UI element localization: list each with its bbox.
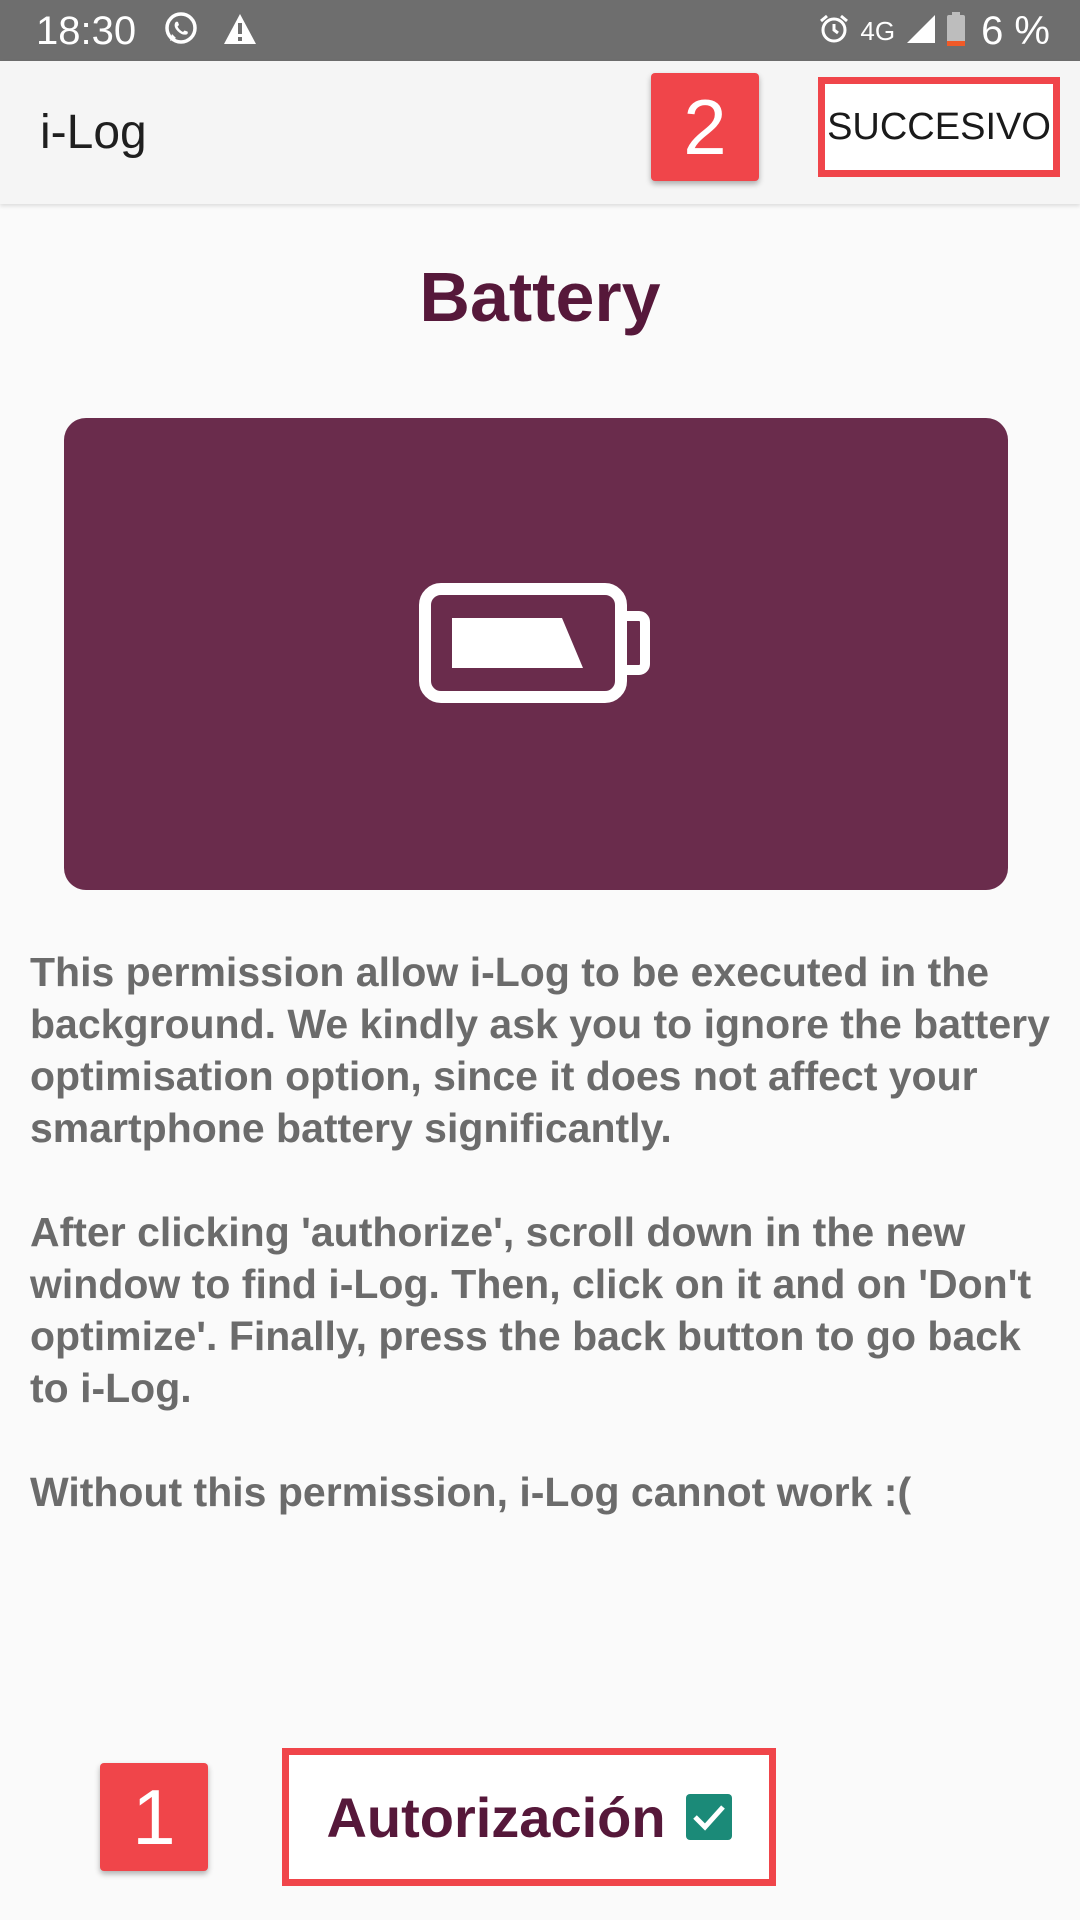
description-paragraph-3: Without this permission, i-Log cannot wo… — [30, 1469, 912, 1515]
app-bar: i-Log SUCCESIVO — [0, 61, 1080, 204]
next-button[interactable]: SUCCESIVO — [818, 77, 1060, 177]
signal-icon — [905, 13, 937, 50]
status-left-icons — [162, 10, 258, 53]
description-paragraph-2: After clicking 'authorize', scroll down … — [30, 1209, 1032, 1411]
status-right: 4G 6 % — [818, 6, 1050, 56]
description-paragraph-1: This permission allow i-Log to be execut… — [30, 949, 1050, 1151]
annotation-badge-2: 2 — [651, 73, 759, 181]
warning-icon — [222, 12, 258, 51]
battery-percent: 6 % — [981, 9, 1050, 53]
battery-icon — [419, 583, 650, 703]
app-title: i-Log — [40, 106, 147, 159]
annotation-badge-1: 1 — [100, 1763, 208, 1871]
alarm-icon — [818, 13, 850, 50]
whatsapp-icon — [162, 10, 200, 53]
authorize-button[interactable]: Autorización — [282, 1748, 776, 1886]
authorize-checkbox[interactable] — [685, 1794, 732, 1840]
status-bar: 18:30 4G 6 % — [0, 0, 1080, 61]
hero-card — [64, 418, 1008, 890]
check-icon — [692, 1805, 725, 1831]
page-title: Battery — [419, 258, 661, 336]
network-type: 4G — [860, 16, 896, 46]
battery-icon — [947, 11, 966, 51]
status-time: 18:30 — [36, 9, 137, 53]
description: This permission allow i-Log to be execut… — [30, 946, 1060, 1570]
authorize-label: Autorización — [326, 1785, 666, 1849]
